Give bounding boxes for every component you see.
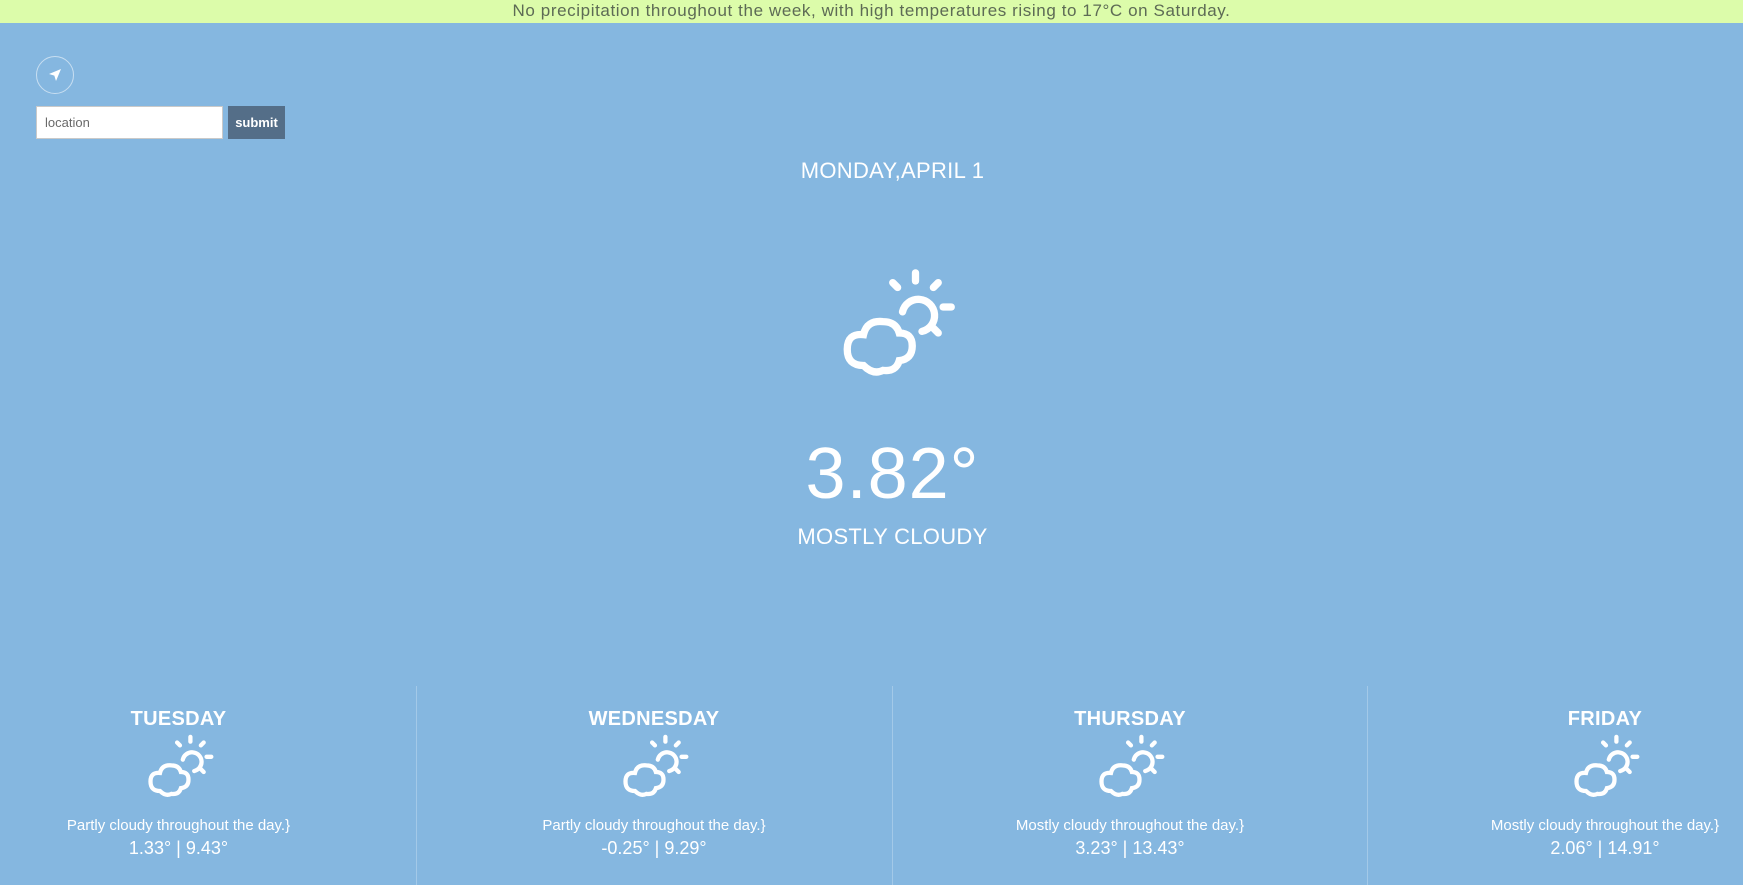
- day-summary: Mostly cloudy throughout the day.}: [1490, 817, 1720, 834]
- day-temperature-range: 2.06° | 14.91°: [1550, 838, 1660, 858]
- forecast-day-thursday: THURSDAY Mostly cloudy throughout the da…: [893, 686, 1367, 885]
- current-temperature: 3.82°: [805, 434, 980, 514]
- use-my-location-button[interactable]: [36, 56, 74, 94]
- location-search-form: submit: [36, 106, 285, 139]
- forecast-day-friday: FRIDAY Mostly cloudy throughout the day.…: [1368, 686, 1743, 885]
- location-input[interactable]: [36, 106, 223, 139]
- day-temperature-range: -0.25° | 9.29°: [601, 838, 707, 858]
- day-name: THURSDAY: [1074, 708, 1186, 730]
- current-condition: MOSTLY CLOUDY: [797, 524, 988, 549]
- partly-cloudy-icon: [623, 734, 689, 797]
- day-summary: Mostly cloudy throughout the day.}: [1015, 817, 1245, 834]
- partly-cloudy-icon: [1574, 734, 1640, 797]
- day-summary: Partly cloudy throughout the day.}: [66, 817, 291, 834]
- submit-button[interactable]: submit: [228, 106, 285, 139]
- weekly-forecast: TUESDAY Partly cloudy throughout the day…: [0, 686, 1743, 885]
- partly-cloudy-icon: [843, 269, 955, 376]
- day-name: FRIDAY: [1567, 708, 1643, 730]
- day-name: WEDNESDAY: [588, 708, 720, 730]
- day-name: TUESDAY: [130, 708, 227, 730]
- navigation-arrow-icon: [49, 69, 61, 81]
- current-date: MONDAY,APRIL 1: [800, 158, 985, 183]
- forecast-day-wednesday: WEDNESDAY Partly cloudy throughout the d…: [417, 686, 891, 885]
- forecast-summary-banner: No precipitation throughout the week, wi…: [0, 0, 1743, 23]
- partly-cloudy-icon: [147, 734, 213, 797]
- day-temperature-range: 1.33° | 9.43°: [128, 838, 229, 858]
- day-temperature-range: 3.23° | 13.43°: [1075, 838, 1185, 858]
- day-summary: Partly cloudy throughout the day.}: [542, 817, 766, 834]
- forecast-day-tuesday: TUESDAY Partly cloudy throughout the day…: [0, 686, 357, 885]
- partly-cloudy-icon: [1099, 734, 1165, 797]
